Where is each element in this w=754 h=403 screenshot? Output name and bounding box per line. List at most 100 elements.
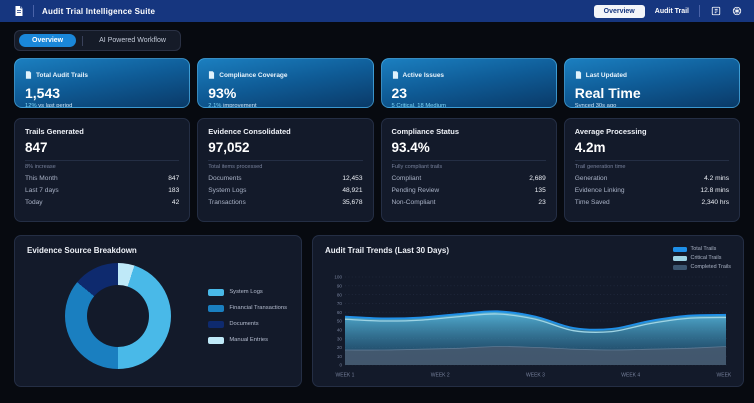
kpi-subtext: Synced 30s ago — [574, 103, 617, 108]
legend-swatch — [208, 288, 225, 296]
stat-detail-row: Generation 4.2 mins — [574, 175, 729, 182]
donut-legend: System Logs Financial Transactions Docum… — [208, 288, 287, 344]
svg-text:10: 10 — [337, 354, 343, 359]
header-actions: Overview Audit Trail — [593, 4, 742, 18]
audit-trends-panel: Audit Trail Trends (Last 30 Days) Total … — [312, 235, 744, 387]
tab-overview[interactable]: Overview — [19, 34, 77, 47]
kpi-value: 93% — [208, 85, 237, 101]
stat-title: Compliance Status — [391, 127, 460, 136]
stat-title: Average Processing — [574, 127, 647, 136]
app-title: Audit Trial Intelligence Suite — [42, 6, 156, 16]
trends-area-chart[interactable]: 0 10 20 30 40 50 60 70 80 90 100 WEEK 1 WEEK 2 WEEK 3… — [325, 272, 731, 380]
document-icon — [575, 66, 582, 84]
trends-header: Audit Trail Trends (Last 30 Days) Total … — [325, 246, 731, 270]
panel-title: Evidence Source Breakdown — [27, 246, 137, 255]
legend-item-documents[interactable]: Documents — [208, 320, 287, 328]
kpi-subtext: 2.1% improvement — [208, 103, 257, 108]
tab-group: Overview AI Powered Workflow — [14, 30, 181, 51]
stat-detail-row: Evidence Linking 12.8 mins — [574, 187, 729, 194]
svg-text:20: 20 — [337, 345, 343, 350]
stat-detail-row: Pending Review 135 — [391, 187, 546, 194]
legend-swatch — [208, 320, 225, 328]
stat-detail-row: Non-Compliant 23 — [391, 199, 546, 206]
divider — [574, 160, 729, 161]
stat-detail-row: Documents 12,453 — [208, 175, 363, 182]
stat-title: Evidence Consolidated — [208, 127, 291, 136]
document-icon — [25, 66, 32, 84]
kpi-value: 1,543 — [25, 85, 61, 101]
stat-card-evidence-consolidated: Evidence Consolidated 97,052 Total items… — [197, 118, 374, 222]
divider — [25, 160, 180, 161]
legend-item-total-trails[interactable]: Total Trails — [672, 246, 731, 252]
svg-text:60: 60 — [337, 310, 343, 315]
svg-text:WEEK 3: WEEK 3 — [526, 373, 545, 379]
app-header: Audit Trial Intelligence Suite Overview … — [0, 0, 754, 22]
stat-detail-row: Transactions 35,678 — [208, 199, 363, 206]
tab-ai-powered-workflow[interactable]: AI Powered Workflow — [89, 34, 176, 47]
stat-detail-row: Time Saved 2,340 hrs — [574, 199, 729, 206]
divider — [208, 160, 363, 161]
stat-note: Trail generation time — [574, 164, 626, 170]
legend-item-financial-transactions[interactable]: Financial Transactions — [208, 304, 287, 312]
stat-title: Trails Generated — [25, 127, 84, 136]
svg-text:WEEK 5: WEEK 5 — [717, 373, 731, 379]
legend-item-system-logs[interactable]: System Logs — [208, 288, 287, 296]
stat-detail-row: Today 42 — [25, 199, 180, 206]
document-icon — [208, 66, 215, 84]
stat-detail-row: Last 7 days 183 — [25, 187, 180, 194]
svg-text:50: 50 — [337, 319, 343, 324]
kpi-value: 23 — [391, 85, 408, 101]
donut-area: System Logs Financial Transactions Docum… — [27, 263, 289, 369]
svg-text:WEEK 4: WEEK 4 — [621, 373, 640, 379]
kpi-label: Last Updated — [585, 71, 627, 79]
document-icon — [12, 5, 25, 18]
svg-text:30: 30 — [337, 336, 343, 341]
layout-panel-icon[interactable] — [710, 6, 721, 17]
kpi-row: Total Audit Trails 1,543 12% vs last per… — [14, 58, 740, 108]
kpi-value: Real Time — [574, 85, 641, 101]
svg-text:90: 90 — [337, 284, 343, 289]
legend-item-completed-trails[interactable]: Completed Trails — [672, 264, 731, 270]
legend-item-manual-entries[interactable]: Manual Entries — [208, 336, 287, 344]
settings-icon[interactable] — [731, 6, 742, 17]
kpi-label: Total Audit Trails — [36, 71, 89, 79]
nav-audit-trail-link[interactable]: Audit Trail — [655, 8, 689, 15]
kpi-label: Active Issues — [402, 71, 445, 79]
stat-value: 93.4% — [391, 140, 430, 155]
stat-note: Fully compliant trails — [391, 164, 443, 170]
panel-title: Audit Trail Trends (Last 30 Days) — [325, 246, 450, 255]
stat-detail-row: Compliant 2,689 — [391, 175, 546, 182]
tab-divider — [82, 35, 84, 46]
legend-swatch — [672, 246, 687, 252]
stat-card-trails-generated: Trails Generated 847 8% increase This Mo… — [14, 118, 191, 222]
kpi-label: Compliance Coverage — [219, 71, 288, 79]
kpi-subtext: 5 Critical, 18 Medium — [391, 103, 446, 108]
stat-value: 847 — [25, 140, 48, 155]
document-icon — [392, 66, 399, 84]
svg-text:80: 80 — [337, 292, 343, 297]
stat-note: Total items processed — [208, 164, 263, 170]
svg-text:100: 100 — [334, 275, 342, 280]
kpi-card-active-issues[interactable]: Active Issues 23 5 Critical, 18 Medium — [380, 58, 557, 108]
nav-overview-button[interactable]: Overview — [593, 4, 645, 18]
header-divider — [699, 5, 700, 17]
svg-text:70: 70 — [337, 301, 343, 306]
kpi-card-last-updated[interactable]: Last Updated Real Time Synced 30s ago — [563, 58, 740, 108]
svg-text:40: 40 — [337, 328, 343, 333]
trends-legend: Total Trails Critical Trails Completed T… — [672, 246, 731, 270]
legend-swatch — [672, 264, 687, 270]
kpi-card-compliance-coverage[interactable]: Compliance Coverage 93% 2.1% improvement — [197, 58, 374, 108]
header-divider — [33, 5, 34, 17]
divider — [391, 160, 546, 161]
audit-dashboard: { "header": { "title": "Audit Trial Inte… — [0, 0, 754, 403]
svg-text:0: 0 — [339, 363, 342, 368]
subnav-bar: Overview AI Powered Workflow — [14, 29, 740, 51]
donut-hole — [87, 285, 149, 347]
legend-swatch — [208, 304, 225, 312]
svg-text:WEEK 2: WEEK 2 — [431, 373, 450, 379]
legend-item-critical-trails[interactable]: Critical Trails — [672, 255, 731, 261]
legend-swatch — [672, 255, 687, 261]
kpi-card-total-audit-trails[interactable]: Total Audit Trails 1,543 12% vs last per… — [14, 58, 191, 108]
donut-chart[interactable] — [65, 263, 171, 369]
stat-value: 97,052 — [208, 140, 250, 155]
